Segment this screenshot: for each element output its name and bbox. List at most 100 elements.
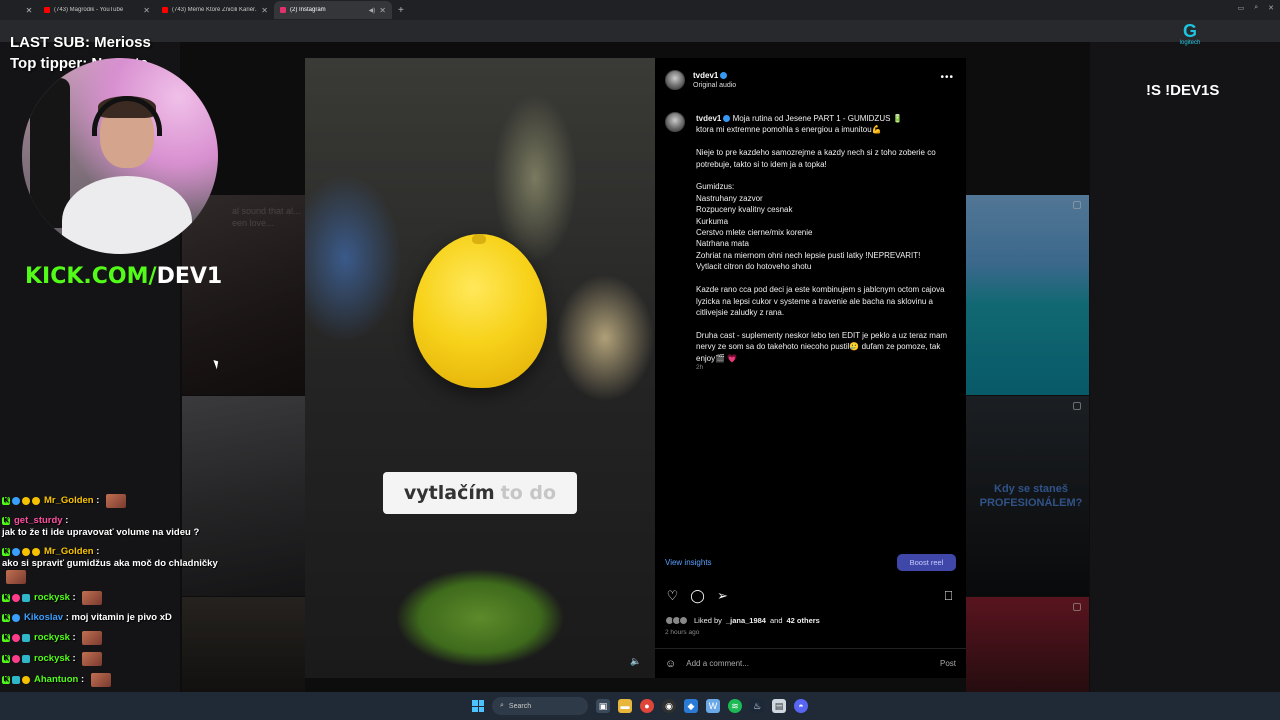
obs-icon[interactable]: ◉	[662, 699, 676, 713]
chat-username[interactable]: Ahantuon	[34, 674, 78, 686]
kick-badge-icon: K	[2, 517, 10, 525]
search-icon: ⌕	[500, 702, 504, 709]
avatar[interactable]	[665, 112, 685, 132]
logitech-g-icon: G	[1182, 21, 1197, 41]
close-icon[interactable]: ✕	[379, 6, 386, 15]
close-icon[interactable]: ✕	[261, 6, 268, 15]
chat-message: Krockysk :	[2, 631, 232, 645]
liked-user[interactable]: _jana_1984	[726, 616, 766, 625]
discord-icon[interactable]: ◓	[794, 699, 808, 713]
youtube-icon	[44, 7, 50, 13]
chat-text: jak to že ti ide upravovať volume na vid…	[2, 527, 200, 538]
audio-label[interactable]: Original audio	[693, 82, 736, 89]
notepad-icon[interactable]: ▤	[772, 699, 786, 713]
chat-separator: :	[93, 495, 103, 506]
emoji-icon[interactable]: ☺	[665, 658, 676, 670]
kick-badge-icon: K	[2, 634, 10, 642]
chat-message: K Mr_Golden :	[2, 494, 232, 508]
gold-badge-icon	[22, 676, 30, 684]
comment-icon[interactable]: ◯	[690, 588, 705, 603]
chat-emote	[82, 591, 103, 605]
browser-tab-youtube-2[interactable]: (743) Meme Ktoré Zničili Kariér... ✕	[156, 1, 274, 19]
volume-icon[interactable]: 🔈	[630, 656, 641, 667]
new-tab-button[interactable]: +	[392, 5, 410, 16]
chat-username[interactable]: get_sturdy	[14, 515, 63, 527]
comment-input[interactable]	[686, 659, 930, 668]
search-label: Search	[508, 702, 532, 710]
subtitle-rest: to do	[500, 482, 557, 504]
browser-tab-instagram[interactable]: (2) Instagram ◀) ✕	[274, 1, 392, 19]
browser-tab-youtube-1[interactable]: (743) Magrodik - YouTube ✕	[38, 1, 156, 19]
chat-username[interactable]: Mr_Golden	[44, 546, 94, 558]
post-header: tvdev1 Original audio	[665, 70, 736, 90]
tab-title: (743) Magrodik - YouTube	[54, 7, 124, 13]
pink-badge-icon	[12, 594, 20, 602]
chat-username[interactable]: rockysk	[34, 592, 70, 604]
more-options-icon[interactable]: •••	[940, 72, 954, 83]
chat-separator: :	[69, 592, 79, 603]
teal-badge-icon	[22, 634, 30, 642]
chat-message: K Mr_Golden : ako si spraviť gumidžus aka…	[2, 546, 232, 584]
post-timestamp: 2 hours ago	[665, 629, 700, 636]
stream-chat: K Mr_Golden : Kget_sturdy : jak to že ti …	[2, 494, 232, 715]
taskbar-search[interactable]: ⌕ Search	[492, 697, 588, 715]
chat-emote	[82, 631, 103, 645]
heart-icon[interactable]: ♡	[665, 588, 680, 603]
kick-badge-icon: K	[2, 676, 10, 684]
avatar	[679, 616, 688, 625]
gold-badge-icon	[22, 548, 30, 556]
caption-timestamp: 2h	[696, 364, 704, 371]
chat-message: Kget_sturdy : jak to že ti ide upravovať…	[2, 515, 232, 539]
view-insights-link[interactable]: View insights	[665, 558, 712, 567]
window-icon[interactable]: ▭	[1238, 4, 1245, 12]
file-explorer-icon[interactable]: ▬	[618, 699, 632, 713]
reel-video[interactable]: vytlačím to do 🔈	[305, 58, 655, 678]
lemon-image	[413, 234, 547, 388]
windows-taskbar: ⌕ Search ▣ ▬ ● ◉ ◆ W ≋ ♨ ▤ ◓	[0, 692, 1280, 720]
share-icon[interactable]: ➢	[715, 588, 730, 603]
chat-username[interactable]: Mr_Golden	[44, 495, 94, 507]
chat-message: K Ahantuon :	[2, 673, 232, 687]
gold-badge-icon	[32, 497, 40, 505]
browser-toolbar	[0, 20, 1280, 42]
post-caption: tvdev1 Moja rutina od Jesene PART 1 - GU…	[696, 113, 952, 364]
chat-username[interactable]: rockysk	[34, 632, 70, 644]
chat-message: Krockysk :	[2, 652, 232, 666]
chat-separator: :	[69, 632, 79, 643]
post-username[interactable]: tvdev1	[693, 71, 718, 80]
kick-badge-icon: K	[2, 614, 10, 622]
windows-start-icon[interactable]	[472, 700, 484, 712]
task-view-icon[interactable]: ▣	[596, 699, 610, 713]
speaker-icon[interactable]: ◀)	[369, 7, 376, 14]
caption-avatar-wrap	[665, 112, 685, 132]
caption-username[interactable]: tvdev1	[696, 114, 721, 123]
bookmark-icon[interactable]: ⎕	[941, 588, 956, 603]
word-icon[interactable]: W	[706, 699, 720, 713]
blue-badge-icon	[12, 497, 20, 505]
steam-icon[interactable]: ♨	[750, 699, 764, 713]
chat-username[interactable]: Kikoslav	[24, 612, 63, 624]
logo-text: logitech	[1179, 40, 1201, 46]
liked-others[interactable]: 42 others	[787, 616, 820, 625]
kick-channel-banner: KICK.COM/DEV1	[25, 264, 222, 289]
chat-emote	[82, 652, 103, 666]
screen: ✕ (743) Magrodik - YouTube ✕ (743) Meme …	[0, 0, 1280, 720]
close-icon[interactable]: ✕	[20, 6, 38, 15]
close-icon[interactable]: ✕	[143, 6, 150, 15]
liked-by: Liked by _jana_1984 and 42 others	[665, 616, 820, 625]
vscode-icon[interactable]: ◆	[684, 699, 698, 713]
chat-emote	[90, 673, 111, 687]
chrome-icon[interactable]: ●	[640, 699, 654, 713]
tab-title: (743) Meme Ktoré Zničili Kariér...	[172, 7, 258, 13]
instagram-icon	[280, 7, 286, 13]
post-panel: tvdev1 Original audio ••• tvdev1 Moja ru…	[655, 58, 966, 678]
chat-username[interactable]: rockysk	[34, 653, 70, 665]
comment-bar: ☺ Post	[655, 648, 966, 678]
chat-text: ako si spraviť gumidžus aka moč do chlad…	[2, 558, 218, 569]
zoom-icon[interactable]: ⌕	[1254, 4, 1258, 12]
spotify-icon[interactable]: ≋	[728, 699, 742, 713]
post-comment-button[interactable]: Post	[940, 659, 956, 668]
avatar[interactable]	[665, 70, 685, 90]
boost-reel-button[interactable]: Boost reel	[897, 554, 956, 571]
close-icon[interactable]: ✕	[1268, 4, 1274, 12]
